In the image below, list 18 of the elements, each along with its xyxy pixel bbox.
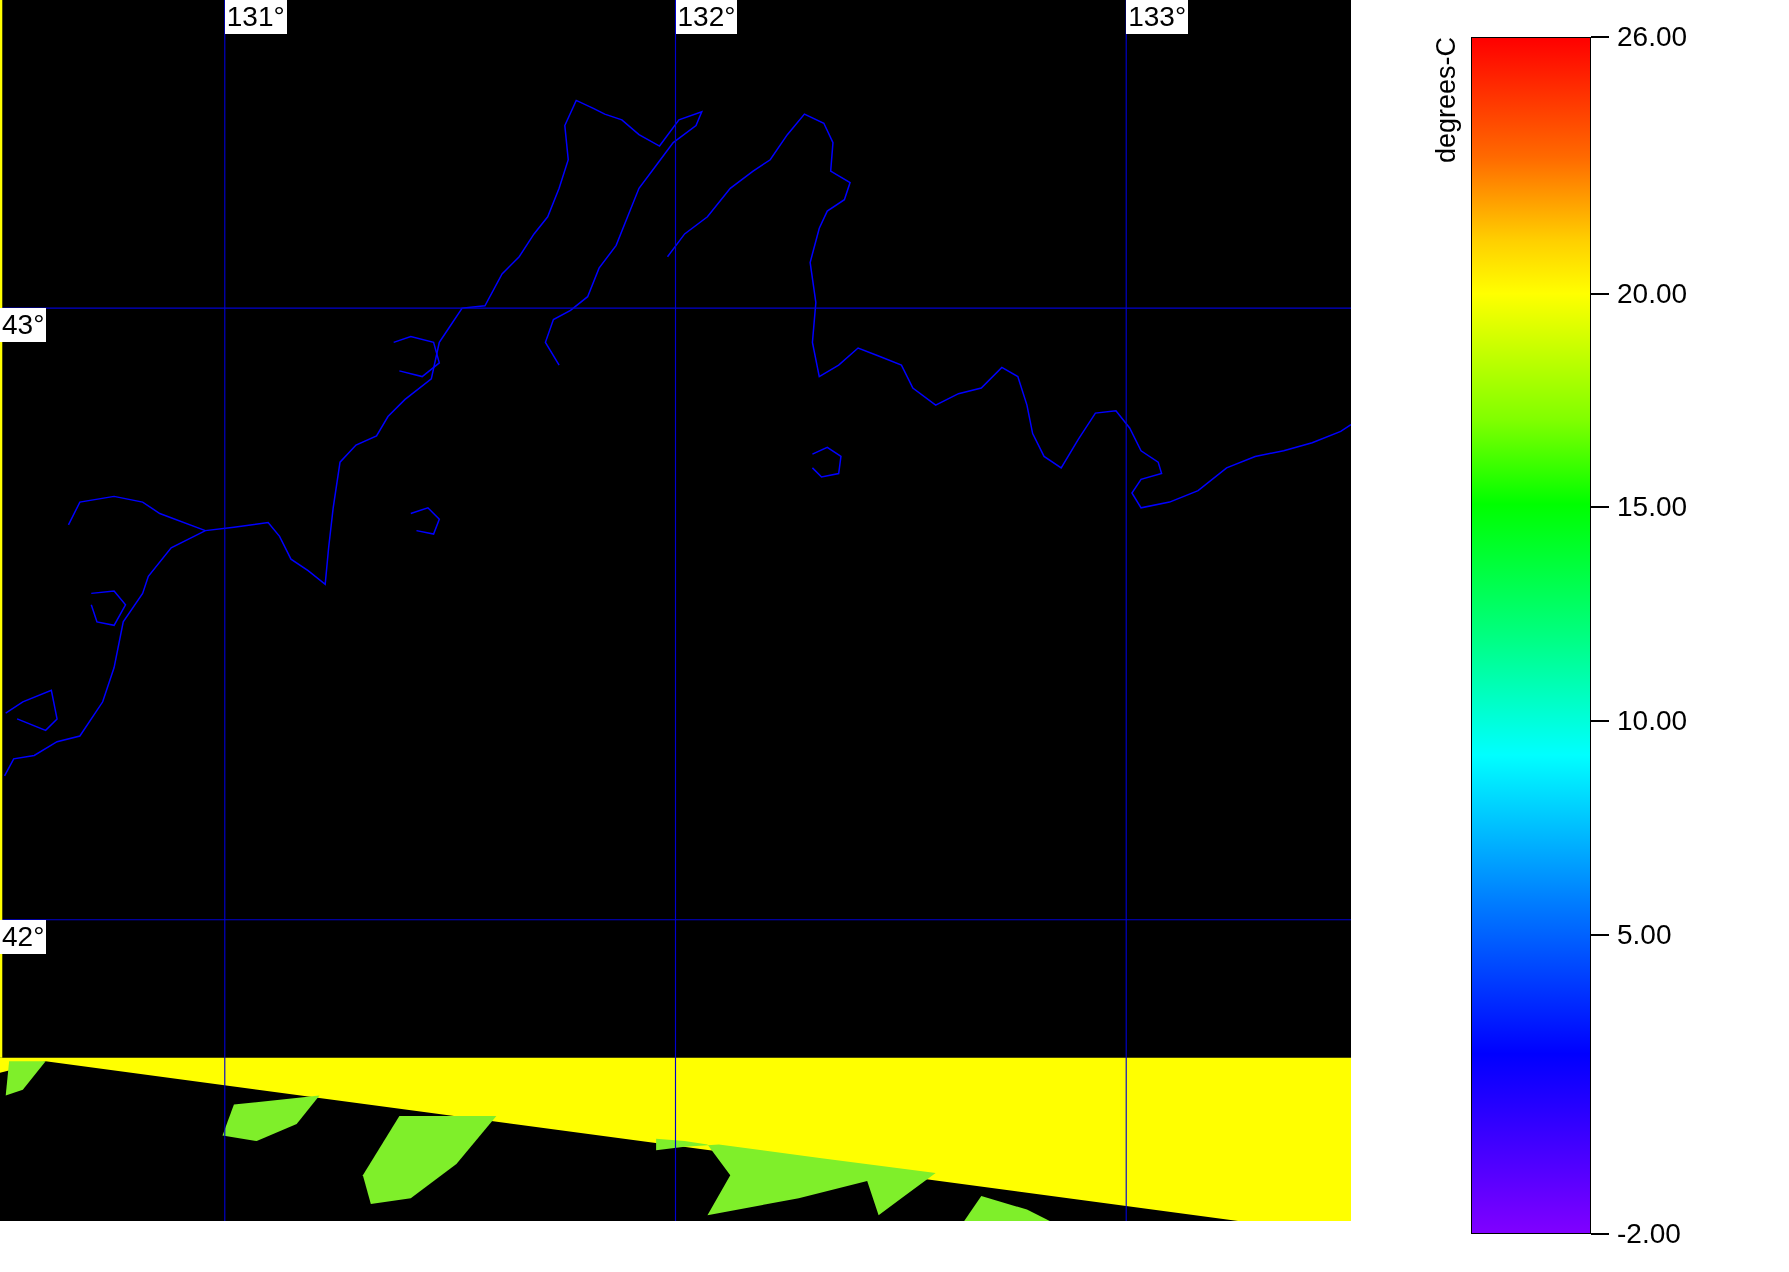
longitude-label: 133°	[1126, 0, 1189, 34]
tick-label: 26.00	[1617, 21, 1688, 53]
tick-mark	[1591, 36, 1609, 38]
tick-mark	[1591, 1233, 1609, 1235]
tick-label: 15.00	[1617, 491, 1688, 524]
longitude-label: 132°	[675, 0, 738, 34]
tick-mark	[1591, 720, 1609, 722]
tick-label: -2.00	[1617, 1218, 1681, 1250]
tick-label: 5.00	[1617, 918, 1672, 951]
tick-mark	[1591, 933, 1609, 936]
tick-label: 20.00	[1617, 277, 1688, 310]
colorbar-title: degrees-C	[1431, 37, 1462, 164]
tick-label: 10.00	[1617, 705, 1688, 737]
latitude-label: 43°	[0, 308, 47, 343]
tick-mark	[1591, 506, 1609, 509]
latitude-label: 42°	[0, 919, 47, 954]
longitude-label: 131°	[224, 0, 287, 34]
tick-mark	[1591, 292, 1609, 295]
